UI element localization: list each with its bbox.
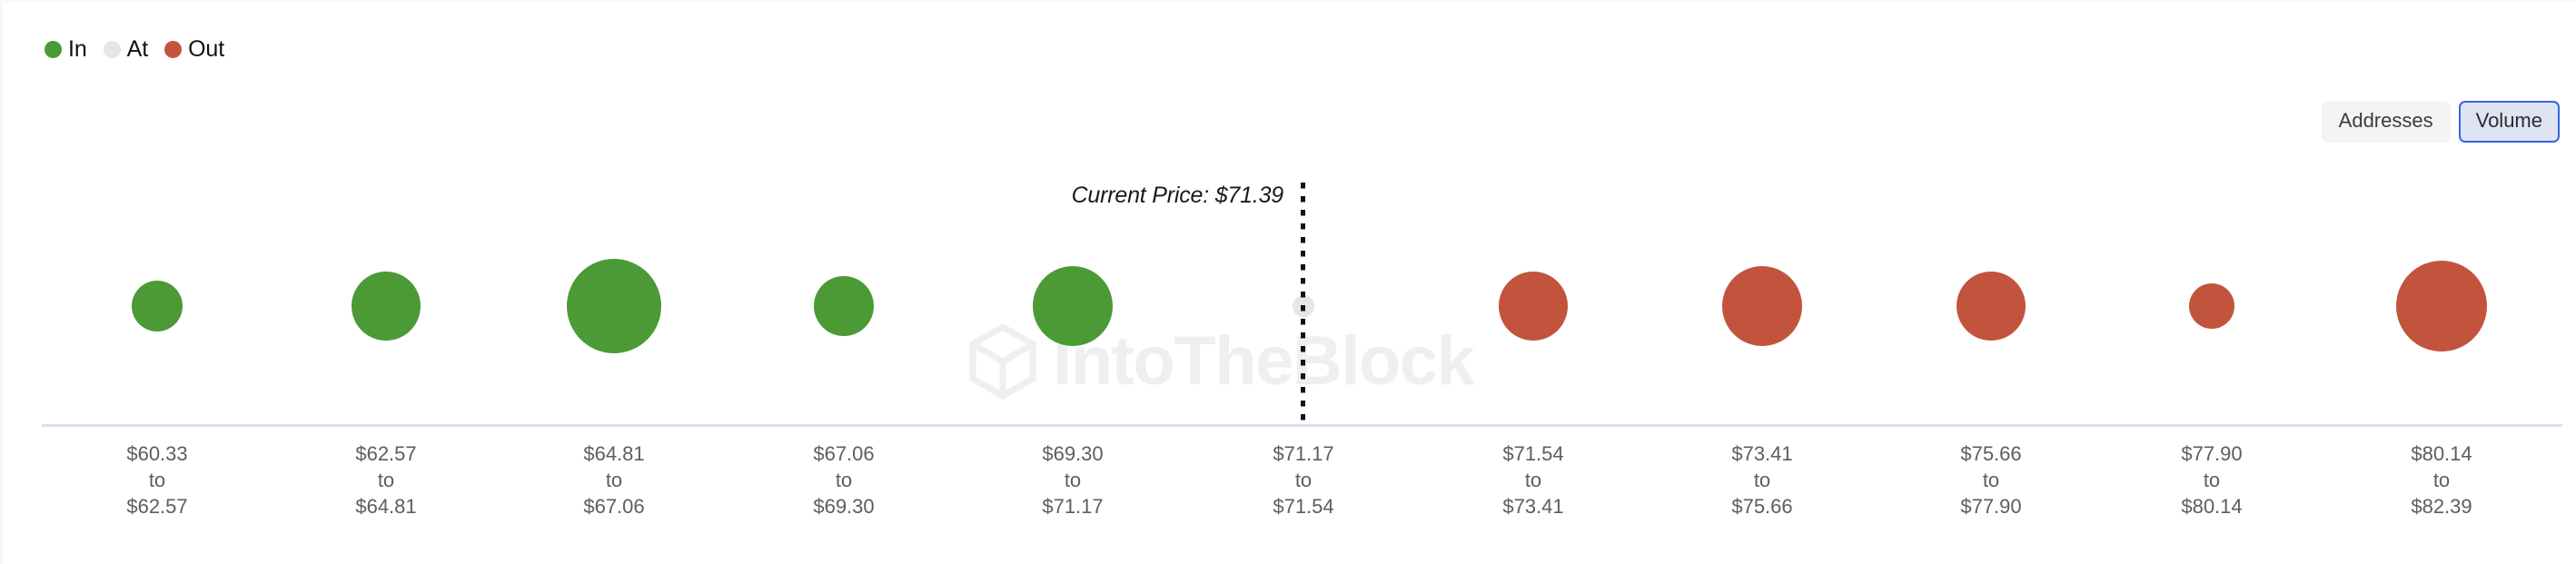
- x-axis-labels: $60.33 to $62.57 $62.57 to $64.81 $64.81 to $67.…: [3, 440, 2576, 540]
- x-axis-label-line: to: [377, 469, 395, 491]
- current-price-line: [1301, 183, 1305, 426]
- legend-item-at[interactable]: At: [103, 35, 149, 63]
- x-axis-label-line: $75.66: [1731, 495, 1793, 518]
- bubble-out-9[interactable]: [2189, 283, 2234, 329]
- x-axis-label: $60.33 to $62.57: [126, 440, 187, 519]
- legend-label-out: Out: [188, 35, 225, 62]
- x-axis-label: $80.14 to $82.39: [2411, 440, 2472, 519]
- x-axis-label: $64.81 to $67.06: [583, 440, 644, 519]
- circle-icon: [103, 40, 121, 58]
- x-axis-label-line: to: [2432, 469, 2451, 491]
- intotheblock-logo-icon: [969, 322, 1036, 401]
- x-axis-label: $71.54 to $73.41: [1502, 440, 1563, 519]
- intotheblock-watermark: IntoTheBlock: [967, 322, 1475, 401]
- x-axis-label-line: to: [1294, 469, 1313, 491]
- x-axis-label: $75.66 to $77.90: [1960, 440, 2021, 519]
- bubble-in-0[interactable]: [132, 281, 183, 331]
- addresses-button[interactable]: Addresses: [2321, 101, 2451, 143]
- x-axis-label-line: $67.06: [583, 495, 645, 518]
- volume-button[interactable]: Volume: [2458, 101, 2560, 143]
- x-axis-label-line: $60.33: [126, 442, 188, 465]
- x-axis-label-line: $62.57: [126, 495, 188, 518]
- x-axis-label-line: $71.17: [1042, 495, 1104, 518]
- bubble-in-1[interactable]: [352, 272, 421, 341]
- metric-toggle-group: Addresses Volume: [2321, 101, 2560, 143]
- legend-item-in[interactable]: In: [45, 35, 87, 63]
- x-axis-label-line: $71.54: [1502, 442, 1564, 465]
- x-axis-label-line: to: [1982, 469, 2000, 491]
- legend-label-at: At: [126, 35, 149, 62]
- x-axis-label-line: to: [148, 469, 166, 491]
- bubble-in-2[interactable]: [567, 259, 661, 353]
- x-axis-label: $69.30 to $71.17: [1042, 440, 1103, 519]
- x-axis-label-line: to: [835, 469, 853, 491]
- x-axis-label-line: $75.66: [1960, 442, 2022, 465]
- bubble-at-5[interactable]: [1293, 295, 1314, 317]
- x-axis-label-line: $64.81: [583, 442, 645, 465]
- chart-legend: In At Out: [45, 35, 224, 63]
- bubble-out-6[interactable]: [1499, 272, 1568, 341]
- x-axis-label-line: $80.14: [2411, 442, 2472, 465]
- x-axis-label-line: $73.41: [1731, 442, 1793, 465]
- x-axis-label-line: $71.54: [1273, 495, 1334, 518]
- x-axis-label-line: $64.81: [355, 495, 417, 518]
- x-axis-label-line: $77.90: [1960, 495, 2022, 518]
- bubble-out-10[interactable]: [2396, 261, 2487, 351]
- legend-label-in: In: [68, 35, 87, 62]
- in-out-of-money-chart: In At Out Addresses Volume IntoTheBlock: [0, 0, 2576, 564]
- bubble-out-8[interactable]: [1957, 272, 2026, 341]
- x-axis-label: $67.06 to $69.30: [813, 440, 874, 519]
- x-axis-label-line: to: [1064, 469, 1082, 491]
- legend-item-out[interactable]: Out: [164, 35, 224, 63]
- x-axis-label-line: $77.90: [2181, 442, 2243, 465]
- x-axis-label: $71.17 to $71.54: [1273, 440, 1333, 519]
- x-axis-label: $77.90 to $80.14: [2181, 440, 2242, 519]
- x-axis-label-line: $67.06: [813, 442, 875, 465]
- x-axis-label-line: to: [605, 469, 623, 491]
- x-axis-label: $73.41 to $75.66: [1731, 440, 1792, 519]
- bubble-in-4[interactable]: [1033, 266, 1113, 346]
- x-axis-label-line: $71.17: [1273, 442, 1334, 465]
- x-axis-label-line: $69.30: [813, 495, 875, 518]
- bubble-in-3[interactable]: [814, 276, 874, 336]
- x-axis-label: $62.57 to $64.81: [355, 440, 416, 519]
- x-axis-label-line: to: [2203, 469, 2221, 491]
- x-axis-label-line: $62.57: [355, 442, 417, 465]
- x-axis-line: [42, 424, 2562, 427]
- x-axis-label-line: $69.30: [1042, 442, 1104, 465]
- x-axis-label-line: $73.41: [1502, 495, 1564, 518]
- watermark-text: IntoTheBlock: [1053, 322, 1475, 400]
- current-price-label: Current Price: $71.39: [1071, 183, 1284, 208]
- x-axis-label-line: to: [1753, 469, 1771, 491]
- circle-icon: [45, 40, 62, 58]
- circle-icon: [164, 40, 183, 58]
- x-axis-label-line: $80.14: [2181, 495, 2243, 518]
- bubble-out-7[interactable]: [1722, 266, 1802, 346]
- x-axis-label-line: to: [1524, 469, 1542, 491]
- x-axis-label-line: $82.39: [2411, 495, 2472, 518]
